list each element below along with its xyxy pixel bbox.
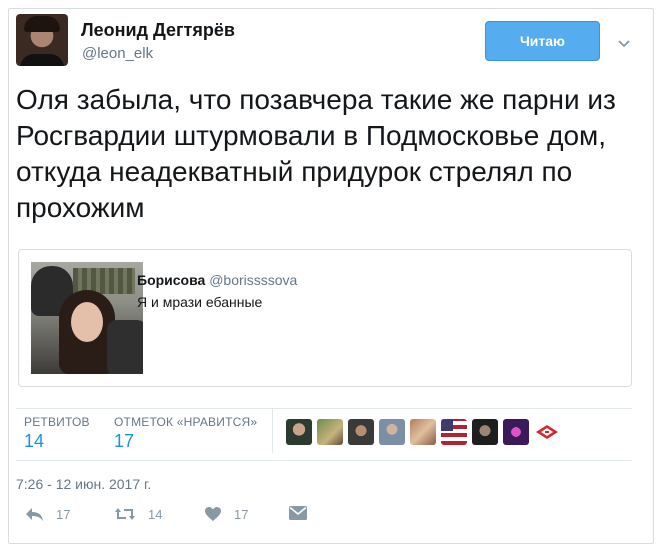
- divider: [16, 408, 632, 409]
- liker-avatar[interactable]: [441, 419, 467, 445]
- quoted-tweet[interactable]: [18, 249, 632, 387]
- author-name[interactable]: Леонид Дегтярёв: [81, 20, 235, 41]
- quoted-tweet-image[interactable]: [31, 262, 143, 374]
- heart-icon: [204, 506, 222, 522]
- retweet-count: 14: [148, 506, 163, 522]
- author-avatar[interactable]: [16, 14, 68, 66]
- retweet-button[interactable]: 14: [114, 506, 162, 522]
- following-button[interactable]: Читаю: [485, 21, 600, 61]
- divider: [16, 460, 632, 461]
- liker-avatar[interactable]: [379, 419, 405, 445]
- liker-avatar[interactable]: [410, 419, 436, 445]
- like-count: 17: [234, 506, 249, 522]
- quoted-author-handle: @borissssova: [209, 272, 298, 288]
- tweet-timestamp[interactable]: 7:26 - 12 июн. 2017 г.: [16, 476, 151, 492]
- direct-message-icon: [289, 506, 307, 520]
- author-handle[interactable]: @leon_elk: [82, 45, 153, 62]
- like-button[interactable]: 17: [204, 506, 248, 522]
- quoted-author-name: Борисова: [137, 272, 206, 288]
- liker-avatar[interactable]: [472, 419, 498, 445]
- retweet-icon: [114, 506, 136, 522]
- direct-message-button[interactable]: [289, 506, 307, 520]
- retweets-label[interactable]: РЕТВИТОВ: [24, 415, 90, 429]
- quoted-tweet-text: Я и мрази ебанные: [137, 294, 263, 310]
- reply-button[interactable]: 17: [24, 506, 70, 522]
- liker-avatars: [286, 419, 560, 445]
- liker-avatar[interactable]: [286, 419, 312, 445]
- quoted-author[interactable]: Борисова @borissssova: [137, 272, 297, 288]
- retweets-count[interactable]: 14: [24, 431, 44, 452]
- divider: [272, 409, 273, 453]
- likes-count[interactable]: 17: [114, 431, 134, 452]
- liker-avatar[interactable]: [317, 419, 343, 445]
- reply-count: 17: [56, 506, 71, 522]
- likes-label[interactable]: ОТМЕТОК «НРАВИТСЯ»: [114, 415, 257, 429]
- liker-avatar[interactable]: [348, 419, 374, 445]
- tweet-text: Оля забыла, что позавчера такие же парни…: [16, 84, 616, 223]
- chevron-down-icon[interactable]: [618, 36, 630, 48]
- reply-icon: [24, 506, 44, 522]
- liker-avatar[interactable]: [503, 419, 529, 445]
- spartak-logo-avatar[interactable]: [534, 419, 560, 445]
